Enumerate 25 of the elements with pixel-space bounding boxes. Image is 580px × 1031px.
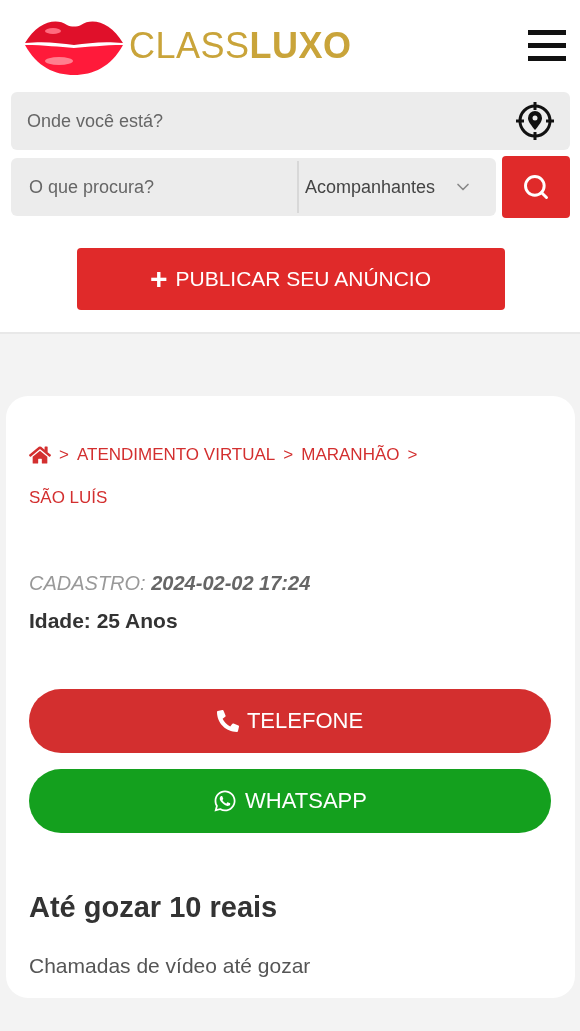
whatsapp-button[interactable]: WHATSAPP [29,769,551,833]
menu-icon[interactable] [528,29,566,63]
phone-icon [216,710,239,732]
registration-date: CADASTRO: 2024-02-02 17:24 [29,572,312,595]
location-target-icon[interactable] [514,100,556,142]
breadcrumb-link[interactable]: MARANHÃO [301,445,400,465]
whatsapp-icon [213,789,238,813]
breadcrumb-separator: > [59,445,69,465]
location-field[interactable]: Onde você está? [11,92,570,150]
listing-title: Até gozar 10 reais [29,891,279,924]
breadcrumb-link[interactable]: ATENDIMENTO VIRTUAL [76,445,276,465]
search-icon [522,173,550,201]
listing-description: Chamadas de vídeo até gozar [29,954,312,978]
publish-button[interactable]: + PUBLICAR SEU ANÚNCIO [76,248,505,310]
breadcrumb-link[interactable]: SÃO LUÍS [29,488,108,508]
phone-button[interactable]: TELEFONE [29,689,551,753]
home-icon[interactable] [29,444,51,466]
breadcrumb-separator: > [283,445,294,465]
category-select[interactable]: Acompanhantes [297,161,474,213]
search-button[interactable] [502,156,570,218]
logo-text: CLASS [129,25,250,66]
search-field[interactable]: O que procura? [27,175,297,199]
breadcrumb-separator: > [407,445,418,465]
age-text: Idade: 25 Anos [29,609,179,633]
logo-text: LUXO [249,25,352,66]
